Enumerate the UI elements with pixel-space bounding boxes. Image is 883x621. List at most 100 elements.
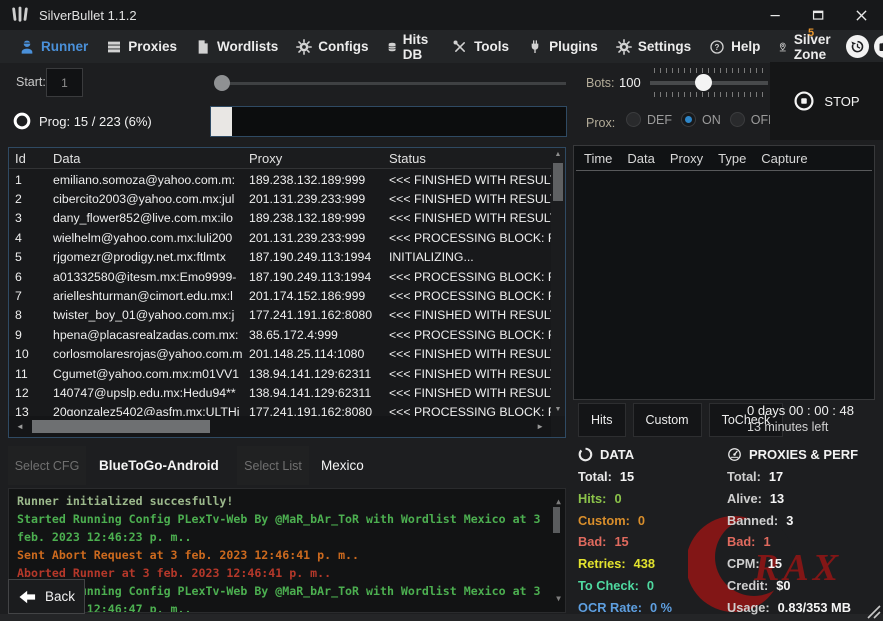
table-row[interactable]: 3dany_flower852@live.com.mx:ilo189.238.1… xyxy=(9,209,551,228)
nav-item-wordlists[interactable]: Wordlists xyxy=(186,30,287,63)
radio-label: ON xyxy=(702,113,721,127)
table-row[interactable]: 7arielleshturman@cimort.edu.mx:l201.174.… xyxy=(9,286,551,305)
bots-slider-thumb[interactable] xyxy=(695,74,712,91)
stat-row: OCR Rate:0 % xyxy=(578,597,720,619)
table-row[interactable]: 12140747@upslp.edu.mx:Hedu94**138.94.141… xyxy=(9,383,551,402)
cell-data: a01332580@itesm.mx:Emo9999- xyxy=(53,270,249,284)
column-header-proxy[interactable]: Proxy xyxy=(670,151,703,166)
svg-text:?: ? xyxy=(715,43,720,52)
nav-item-label: Silver Zone xyxy=(794,32,837,62)
cell-data: rjgomezr@prodigy.net.mx:ftlmtx xyxy=(53,250,249,264)
table-row[interactable]: 10corlosmolaresrojas@yahoo.com.m201.148.… xyxy=(9,345,551,364)
tab-hits[interactable]: Hits xyxy=(578,403,626,437)
prox-option-on[interactable]: ON xyxy=(681,112,721,127)
column-header-status[interactable]: Status xyxy=(389,151,565,166)
cell-status: <<< PROCESSING BLOCK: R xyxy=(389,289,551,303)
start-input[interactable]: 1 xyxy=(46,68,83,97)
nav-item-runner[interactable]: Runner xyxy=(10,30,97,63)
column-header-proxy[interactable]: Proxy xyxy=(249,151,389,166)
results-vertical-scrollbar[interactable]: ▲ ▼ xyxy=(551,148,565,416)
help-icon: ? xyxy=(709,39,725,55)
table-row[interactable]: 6a01332580@itesm.mx:Emo9999-187.190.249.… xyxy=(9,267,551,286)
stat-label: Hits: xyxy=(578,491,606,506)
results-horizontal-scrollbar[interactable]: ◄ ► xyxy=(9,416,551,437)
document-icon xyxy=(195,39,211,55)
stat-value: $0 xyxy=(776,578,790,593)
column-header-id[interactable]: Id xyxy=(15,151,53,166)
minimize-button[interactable] xyxy=(754,0,797,30)
cell-data: Cgumet@yahoo.com.mx:m01VV1 xyxy=(53,367,249,381)
proxies-stats-header: PROXIES & PERF xyxy=(727,447,883,462)
nav-item-proxies[interactable]: Proxies xyxy=(97,30,186,63)
timer: 0 days 00 : 00 : 48 13 minutes left xyxy=(747,402,854,436)
table-row[interactable]: 11Cgumet@yahoo.com.mx:m01VV1138.94.141.1… xyxy=(9,364,551,383)
nav-item-settings[interactable]: Settings xyxy=(607,30,700,63)
close-icon xyxy=(853,7,870,24)
scroll-left-icon[interactable]: ◄ xyxy=(16,422,24,431)
table-row[interactable]: 8twister_boy_01@yahoo.com.mx:j177.241.19… xyxy=(9,306,551,325)
back-button[interactable]: Back xyxy=(8,579,85,614)
scroll-down-icon[interactable]: ▼ xyxy=(551,406,565,413)
log-scroll-thumb[interactable] xyxy=(553,507,560,533)
table-row[interactable]: 4wielhelm@yahoo.com.mx:luli200201.131.23… xyxy=(9,228,551,247)
table-row[interactable]: 9hpena@placasrealzadas.com.mx:38.65.172.… xyxy=(9,325,551,344)
camera-button[interactable] xyxy=(874,35,883,58)
start-slider[interactable] xyxy=(216,82,566,85)
stat-row: Usage:0.83/353 MB xyxy=(727,597,883,619)
stat-value: 1 xyxy=(763,534,770,549)
proxies-stats-panel: PROXIES & PERF Total:17Alive:13Banned:3B… xyxy=(727,447,883,619)
select-cfg-button[interactable]: Select CFG xyxy=(8,446,86,485)
stat-value: 0 xyxy=(638,513,645,528)
nav-item-tools[interactable]: Tools xyxy=(443,30,518,63)
minimize-icon xyxy=(767,7,784,24)
cell-status: <<< PROCESSING BLOCK: R xyxy=(389,328,551,342)
column-header-type[interactable]: Type xyxy=(718,151,746,166)
bots-slider[interactable] xyxy=(650,72,768,94)
data-stats-header: DATA xyxy=(578,447,720,462)
column-header-data[interactable]: Data xyxy=(53,151,249,166)
start-slider-thumb[interactable] xyxy=(214,75,230,91)
nav-item-silver-zone[interactable]: Silver Zone5 xyxy=(769,30,846,63)
scroll-up-icon[interactable]: ▲ xyxy=(551,151,565,158)
results-hscroll-thumb[interactable] xyxy=(32,420,210,433)
close-button[interactable] xyxy=(840,0,883,30)
maximize-button[interactable] xyxy=(797,0,840,30)
cell-data: 140747@upslp.edu.mx:Hedu94** xyxy=(53,386,249,400)
table-row[interactable]: 5rjgomezr@prodigy.net.mx:ftlmtx187.190.2… xyxy=(9,248,551,267)
radio-label: DEF xyxy=(647,113,672,127)
scroll-right-icon[interactable]: ► xyxy=(536,422,544,431)
nav-item-hits-db[interactable]: Hits DB xyxy=(378,30,444,63)
nav-item-help[interactable]: ?Help xyxy=(700,30,769,63)
log-scroll-down-icon[interactable]: ▼ xyxy=(556,590,561,608)
history-button[interactable] xyxy=(846,35,869,58)
resize-grip[interactable] xyxy=(865,603,881,619)
select-list-button[interactable]: Select List xyxy=(237,446,309,485)
camera-icon xyxy=(878,39,883,54)
cell-data: twister_boy_01@yahoo.com.mx:j xyxy=(53,308,249,322)
table-row[interactable]: 2cibercito2003@yahoo.com.mx:jul201.131.2… xyxy=(9,189,551,208)
table-row[interactable]: 1emiliano.somoza@yahoo.com.m:189.238.132… xyxy=(9,170,551,189)
window-title: SilverBullet 1.1.2 xyxy=(39,8,137,23)
column-header-data[interactable]: Data xyxy=(627,151,654,166)
nav-item-label: Plugins xyxy=(549,39,598,54)
database-icon xyxy=(387,39,397,55)
log-lines: Runner initialized succesfully!Started R… xyxy=(17,492,545,613)
column-header-time[interactable]: Time xyxy=(584,151,612,166)
nav-item-plugins[interactable]: Plugins xyxy=(518,30,607,63)
cell-id: 13 xyxy=(15,405,53,416)
tab-custom[interactable]: Custom xyxy=(633,403,702,437)
stat-label: Total: xyxy=(727,469,761,484)
prox-option-off[interactable]: OFF xyxy=(730,112,776,127)
log-line: Aborted Runner at 3 feb. 2023 12:46:41 p… xyxy=(17,564,545,582)
cell-id: 11 xyxy=(15,367,53,381)
bots-slider-ticks xyxy=(654,92,764,97)
cell-proxy: 187.190.249.113:1994 xyxy=(249,270,389,284)
table-row[interactable]: 1320gonzalez5402@asfm.mx:ULTHi177.241.19… xyxy=(9,403,551,416)
nav-item-configs[interactable]: Configs xyxy=(287,30,377,63)
stop-button[interactable]: STOP xyxy=(770,62,883,140)
results-vscroll-thumb[interactable] xyxy=(553,163,563,201)
data-stat-rows: Total:15Hits:0Custom:0Bad:15Retries:438T… xyxy=(578,466,720,619)
stat-row: Banned:3 xyxy=(727,510,883,532)
column-header-capture[interactable]: Capture xyxy=(761,151,807,166)
prox-option-def[interactable]: DEF xyxy=(626,112,672,127)
